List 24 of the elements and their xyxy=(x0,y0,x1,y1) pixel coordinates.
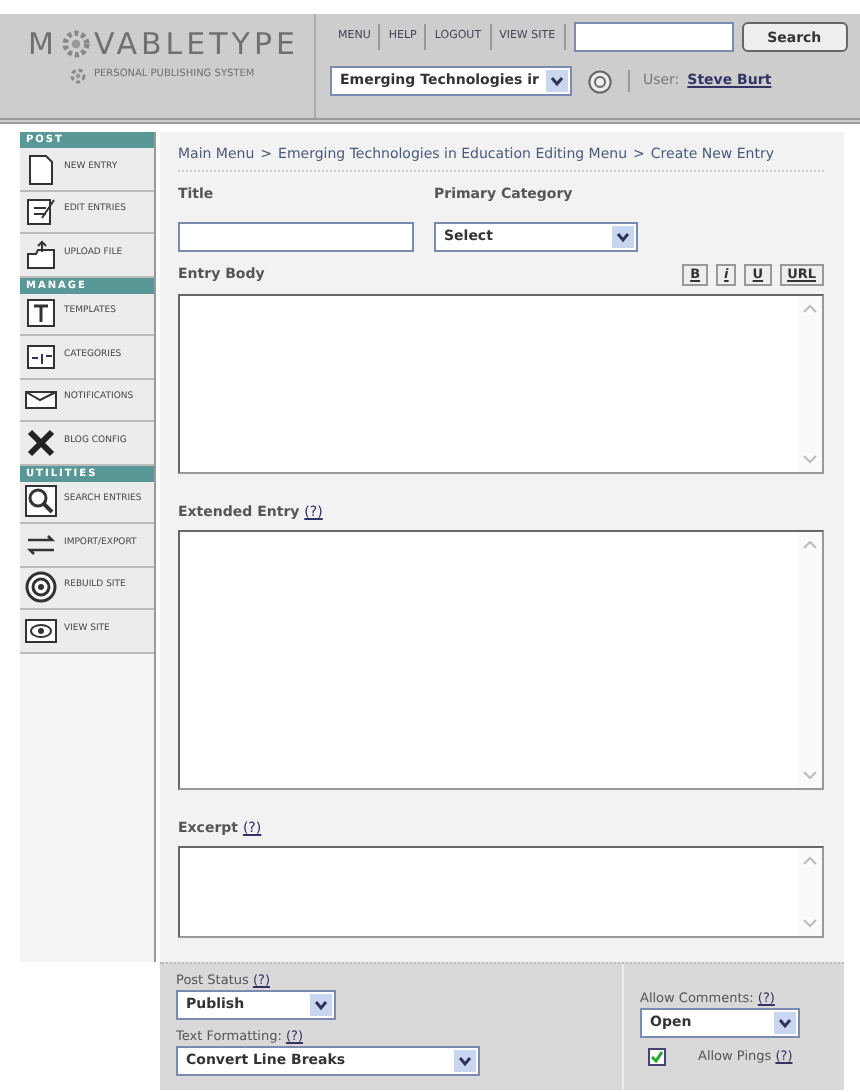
excerpt-field[interactable] xyxy=(178,846,824,938)
page-icon xyxy=(24,151,58,186)
gear-icon xyxy=(57,26,94,62)
gear-icon xyxy=(68,66,88,86)
scroll-up-icon xyxy=(800,300,820,316)
go-button-icon xyxy=(588,69,613,93)
entry-body-field[interactable] xyxy=(178,294,824,474)
pencil-page-icon xyxy=(24,194,58,229)
title-field[interactable] xyxy=(178,222,414,252)
target-icon xyxy=(24,570,58,605)
extended-entry-field[interactable] xyxy=(178,530,824,790)
scroll-up-icon xyxy=(800,536,820,552)
eye-icon xyxy=(24,613,58,648)
logo-text: M xyxy=(28,24,58,66)
scroll-down-icon xyxy=(800,452,820,468)
search-field[interactable] xyxy=(573,22,734,52)
folder-upload-icon xyxy=(24,237,58,272)
allow-pings-checkbox[interactable] xyxy=(648,1047,666,1065)
scroll-down-icon xyxy=(800,768,820,784)
letter-t-icon xyxy=(24,296,58,331)
scroll-down-icon xyxy=(800,916,820,932)
scroll-up-icon xyxy=(800,852,820,868)
logo-text: VABLETYPE xyxy=(93,24,299,66)
magnifier-icon xyxy=(24,484,58,519)
